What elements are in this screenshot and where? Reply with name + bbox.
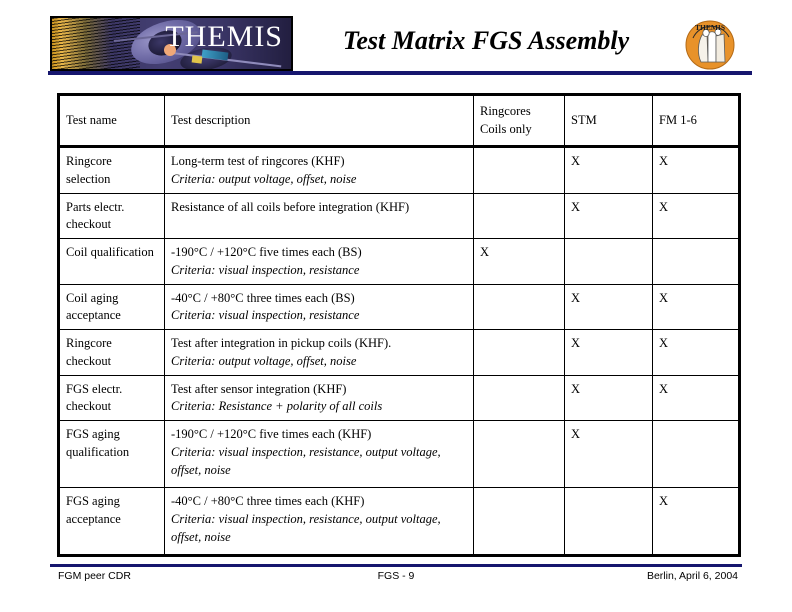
cell-stm-mark xyxy=(564,487,653,556)
description-text: Test after integration in pickup coils (… xyxy=(171,336,392,350)
description-text: -40°C / +80°C three times each (BS) xyxy=(171,290,355,305)
criteria-text: Criteria: visual inspection, resistance,… xyxy=(171,444,441,477)
cell-fm-mark: X xyxy=(652,192,740,239)
cell-stm-mark: X xyxy=(564,420,653,488)
table-row: Ringcore selection Long-term test of ring… xyxy=(58,146,740,194)
cell-test-name: Ringcore checkout xyxy=(58,329,165,376)
cell-fm-mark: X xyxy=(652,146,740,194)
criteria-text: Criteria: visual inspection, resistance xyxy=(171,308,360,323)
slide-header: THEMIS Test Matrix FGS Assembly THEMIS xyxy=(0,0,792,80)
table-row: FGS aging qualification -190°C / +120°C f… xyxy=(58,420,740,488)
cell-test-name: FGS aging qualification xyxy=(58,420,165,488)
cell-fm-mark xyxy=(652,420,740,488)
cell-test-description: Resistance of all coils before integrati… xyxy=(164,192,474,239)
footer-page-number: FGS - 9 xyxy=(377,570,415,582)
slide-footer: FGM peer CDR FGS - 9 Berlin, April 6, 20… xyxy=(50,570,742,588)
column-header-fm: FM 1-6 xyxy=(652,94,740,148)
table-body: Ringcore selection Long-term test of ring… xyxy=(58,146,740,556)
column-header-test-name: Test name xyxy=(58,94,165,148)
cell-fm-mark xyxy=(652,238,740,285)
cell-test-description: Long-term test of ringcores (KHF) Criteri… xyxy=(164,146,474,194)
svg-text:THEMIS: THEMIS xyxy=(695,23,725,32)
description-text: -40°C / +80°C three times each (KHF) xyxy=(171,494,365,508)
cell-stm-mark: X xyxy=(564,192,653,239)
themis-wordmark: THEMIS xyxy=(165,20,283,53)
cell-test-description: -40°C / +80°C three times each (BS) Crite… xyxy=(164,283,474,330)
table-row: Coil qualification -190°C / +120°C five t… xyxy=(58,238,740,285)
table-row: FGS aging acceptance -40°C / +80°C three … xyxy=(58,487,740,556)
footer-date-location: Berlin, April 6, 2004 xyxy=(646,570,738,582)
table-header-row: Test name Test description Ringcores Coi… xyxy=(58,94,740,148)
cell-fm-mark: X xyxy=(652,374,740,421)
description-text: -190°C / +120°C five times each (BS) xyxy=(171,245,362,259)
wave-fan-graphic xyxy=(52,18,140,69)
cell-test-name: Coil qualification xyxy=(58,238,165,285)
table-row: Ringcore checkout Test after integration … xyxy=(58,329,740,376)
themis-logo-banner: THEMIS xyxy=(50,16,293,71)
ringcores-header-line1: Ringcores xyxy=(480,104,531,119)
header-divider xyxy=(48,71,752,75)
cell-ringcores-mark xyxy=(473,192,565,239)
cell-stm-mark: X xyxy=(564,329,653,376)
cell-test-name: FGS electr. checkout xyxy=(58,374,165,421)
cell-ringcores-mark xyxy=(473,374,565,421)
cell-ringcores-mark xyxy=(473,329,565,376)
table-row: Coil aging acceptance -40°C / +80°C three… xyxy=(58,283,740,330)
cell-test-description: -190°C / +120°C five times each (KHF) Cri… xyxy=(164,420,474,488)
cell-test-name: Ringcore selection xyxy=(58,146,165,194)
cell-test-description: Test after sensor integration (KHF) Crite… xyxy=(164,374,474,421)
criteria-text: Criteria: output voltage, offset, noise xyxy=(171,353,357,368)
cell-test-description: Test after integration in pickup coils (… xyxy=(164,329,474,376)
cell-fm-mark: X xyxy=(652,329,740,376)
cell-ringcores-mark: X xyxy=(473,238,565,285)
ringcores-header-line2: Coils only xyxy=(480,122,532,136)
cell-fm-mark: X xyxy=(652,283,740,330)
description-text: -190°C / +120°C five times each (KHF) xyxy=(171,427,372,441)
cell-stm-mark: X xyxy=(564,146,653,194)
criteria-text: Criteria: visual inspection, resistance,… xyxy=(171,511,441,544)
cell-ringcores-mark xyxy=(473,420,565,488)
column-header-stm: STM xyxy=(564,94,653,148)
cell-test-name: Coil aging acceptance xyxy=(58,283,165,330)
cell-ringcores-mark xyxy=(473,146,565,194)
cell-fm-mark: X xyxy=(652,487,740,556)
themis-mission-patch-icon: THEMIS xyxy=(683,18,737,72)
footer-divider xyxy=(50,564,742,567)
solar-panel-secondary-graphic xyxy=(191,55,203,64)
criteria-text: Criteria: Resistance + polarity of all c… xyxy=(171,399,383,414)
description-text: Long-term test of ringcores (KHF) xyxy=(171,154,345,168)
cell-ringcores-mark xyxy=(473,487,565,556)
table-row: FGS electr. checkout Test after sensor in… xyxy=(58,374,740,421)
cell-test-description: -190°C / +120°C five times each (BS) Crit… xyxy=(164,238,474,285)
cell-test-name: FGS aging acceptance xyxy=(58,487,165,556)
cell-stm-mark: X xyxy=(564,374,653,421)
page-title: Test Matrix FGS Assembly xyxy=(342,26,630,55)
cell-ringcores-mark xyxy=(473,283,565,330)
table-row: Parts electr. checkout Resistance of all … xyxy=(58,192,740,239)
cell-test-name: Parts electr. checkout xyxy=(58,192,165,239)
cell-test-description: -40°C / +80°C three times each (KHF) Crit… xyxy=(164,487,474,556)
column-header-test-description: Test description xyxy=(164,94,474,148)
criteria-text: Criteria: visual inspection, resistance xyxy=(171,262,360,277)
column-header-ringcores: Ringcores Coils only xyxy=(473,94,565,148)
cell-stm-mark: X xyxy=(564,283,653,330)
description-text: Test after sensor integration (KHF) xyxy=(171,381,347,396)
description-text: Resistance of all coils before integrati… xyxy=(171,199,410,214)
cell-stm-mark xyxy=(564,238,653,285)
test-matrix-table: Test name Test description Ringcores Coi… xyxy=(57,93,741,557)
criteria-text: Criteria: output voltage, offset, noise xyxy=(171,171,357,186)
